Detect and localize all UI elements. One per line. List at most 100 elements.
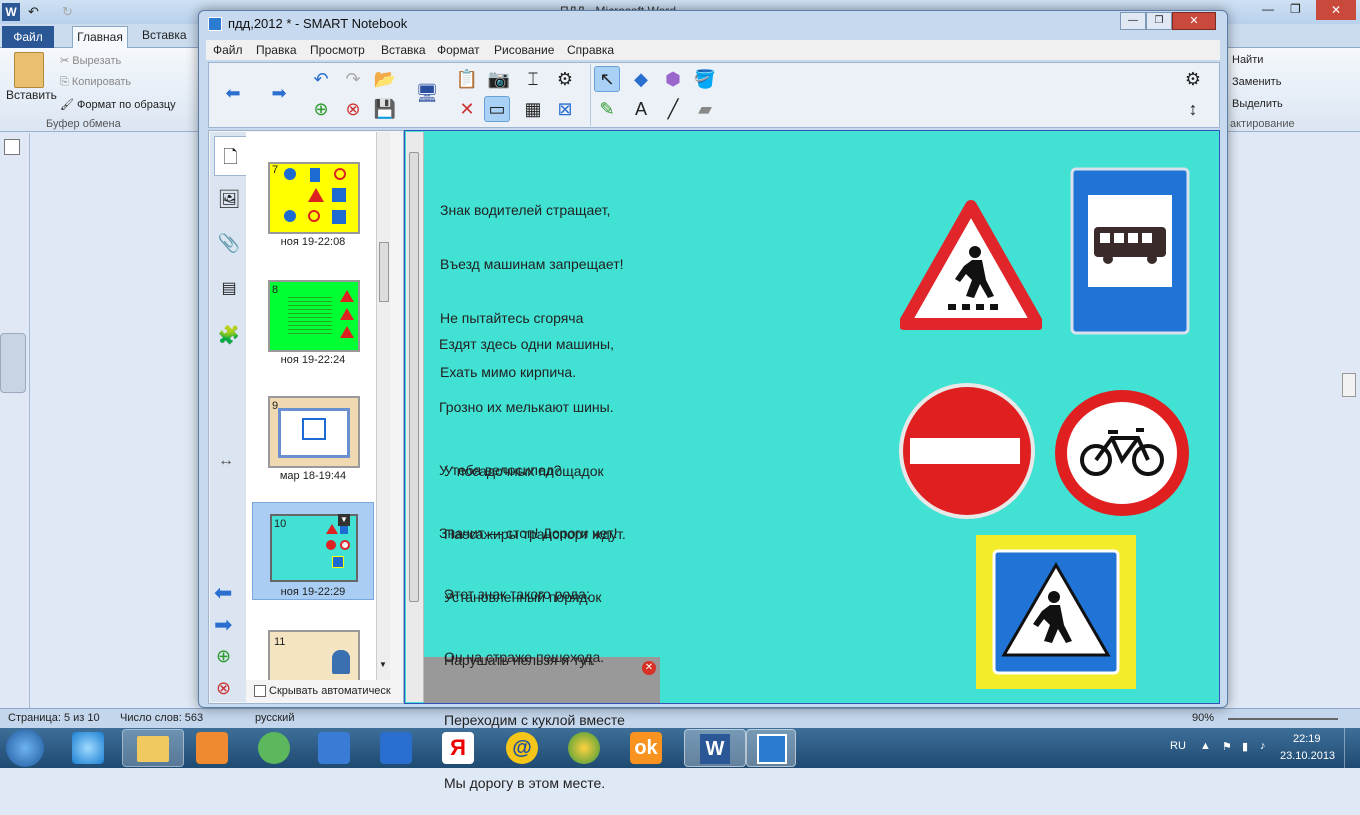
word-tab-home[interactable]: Главная (72, 26, 128, 48)
paste-button[interactable]: Вставить (6, 88, 57, 102)
screen-shade-icon[interactable]: ⌶ (520, 66, 546, 92)
smart-minimize-button[interactable]: — (1120, 12, 1146, 30)
menu-insert[interactable]: Вставка (381, 43, 426, 57)
shapes-icon[interactable]: ◆ (628, 66, 654, 92)
slide-thumb-8[interactable]: 8 (268, 280, 360, 352)
replace-button[interactable]: Заменить (1232, 76, 1281, 88)
slide-menu-dropdown-icon[interactable]: ▼ (338, 514, 350, 526)
page-sorter-scroll-thumb[interactable] (379, 242, 389, 302)
canvas-scrollbar[interactable] (406, 132, 424, 702)
smart-maximize-button[interactable]: ❐ (1146, 12, 1172, 30)
word-close-icon[interactable]: ✕ (1316, 0, 1356, 20)
slide-thumb-11[interactable]: 11 (268, 630, 360, 680)
table-icon[interactable]: ▦ (520, 96, 546, 122)
tab-selector-icon[interactable] (4, 139, 20, 155)
tray-arrow-icon[interactable]: ▲ (1200, 740, 1211, 752)
delete-page-icon[interactable]: ⊗ (340, 96, 366, 122)
menu-view[interactable]: Просмотр (310, 43, 365, 57)
auto-hide-checkbox[interactable] (254, 685, 266, 697)
close-x-icon[interactable]: ⊠ (552, 96, 578, 122)
volume-app-icon[interactable] (380, 732, 412, 764)
yandex-icon[interactable]: Я (442, 732, 474, 764)
delete-icon[interactable]: ✕ (454, 96, 480, 122)
redo-icon[interactable]: ↻ (62, 4, 73, 20)
screen-icon[interactable]: 🖥 (414, 80, 440, 106)
resize-panel-icon[interactable]: ↔ (218, 452, 234, 470)
menu-file[interactable]: Файл (213, 43, 243, 57)
browser-orbit-icon[interactable] (568, 732, 600, 764)
properties-tab-icon[interactable]: ▤ (214, 272, 244, 306)
find-button[interactable]: Найти (1232, 54, 1263, 66)
slide-thumb-9[interactable]: 9 (268, 396, 360, 468)
tray-flag-icon[interactable]: ⚑ (1222, 740, 1232, 753)
panel-delete-page-icon[interactable]: ⊗ (216, 678, 231, 699)
mail-icon[interactable] (318, 732, 350, 764)
status-zoom[interactable]: 90% (1192, 712, 1214, 724)
menu-help[interactable]: Справка (567, 43, 614, 57)
panel-back-icon[interactable]: ⬅ (214, 580, 232, 606)
word-scroll-thumb[interactable] (1342, 373, 1356, 397)
forward-arrow-icon[interactable]: ➡ (266, 80, 292, 106)
smart-close-button[interactable]: ✕ (1172, 12, 1216, 30)
gallery-tab-icon[interactable]: 🖼 (214, 182, 244, 216)
media-player-icon[interactable] (196, 732, 228, 764)
canvas-scroll-thumb[interactable] (409, 152, 419, 602)
page-sorter-scrollbar[interactable]: ▼ (376, 132, 390, 680)
save-icon[interactable]: 💾 (372, 96, 398, 122)
word-tab-insert[interactable]: Вставка (142, 28, 187, 42)
camera-icon[interactable]: 📷 (486, 66, 512, 92)
copy-button[interactable]: ⎘ Копировать (60, 76, 131, 89)
line-icon[interactable]: ╱ (660, 96, 686, 122)
status-page[interactable]: Страница: 5 из 10 (8, 712, 100, 724)
scroll-down-icon[interactable]: ▼ (379, 660, 387, 669)
select-button[interactable]: Выделить (1232, 98, 1283, 110)
cut-button[interactable]: ✂ Вырезать (60, 54, 121, 67)
people-icon[interactable] (258, 732, 290, 764)
clock-time[interactable]: 22:19 (1293, 733, 1321, 745)
undo-icon[interactable]: ↶ (308, 66, 334, 92)
add-page-icon[interactable]: ⊕ (308, 96, 334, 122)
no-entry-sign-icon[interactable] (896, 380, 1038, 522)
odnoklassniki-icon[interactable]: ok (630, 732, 662, 764)
open-folder-icon[interactable]: 📂 (372, 66, 398, 92)
addons-tab-icon[interactable]: 🧩 (214, 318, 244, 352)
settings-gear-icon[interactable]: ⚙ (1180, 66, 1206, 92)
mail-ru-icon[interactable]: @ (506, 732, 538, 764)
paste-smart-icon[interactable]: 📋 (454, 66, 480, 92)
menu-draw[interactable]: Рисование (494, 43, 554, 57)
status-language[interactable]: русский (255, 712, 294, 724)
menu-edit[interactable]: Правка (256, 43, 297, 57)
explorer-taskbar-button[interactable] (122, 729, 184, 767)
back-arrow-icon[interactable]: ⬅ (220, 80, 246, 106)
eraser-icon[interactable]: ▰ (692, 96, 718, 122)
move-toolbar-icon[interactable]: ↕ (1180, 96, 1206, 122)
clock-date[interactable]: 23.10.2013 (1280, 750, 1335, 762)
word-vertical-scrollbar[interactable] (1340, 133, 1360, 710)
no-bicycles-sign-icon[interactable] (1052, 388, 1192, 518)
fill-icon[interactable]: 🪣 (692, 66, 718, 92)
page-sorter[interactable]: 7 ноя 19-22:08 8 ноя 19-22:24 9 мар 18-1… (246, 132, 376, 680)
language-indicator[interactable]: RU (1170, 740, 1186, 752)
start-button-icon[interactable] (6, 729, 44, 767)
full-screen-icon[interactable]: ▭ (484, 96, 510, 122)
undo-icon[interactable]: ↶ (28, 4, 39, 20)
internet-explorer-icon[interactable] (72, 732, 104, 764)
format-painter-button[interactable]: 🖌 Формат по образцу (60, 98, 176, 111)
show-desktop-button[interactable] (1344, 728, 1360, 768)
pedestrian-crossing-warning-sign-icon[interactable] (900, 200, 1042, 330)
select-pointer-icon[interactable]: ↖ (594, 66, 620, 92)
eraser-shape-icon[interactable]: ⬢ (660, 66, 686, 92)
word-file-tab[interactable]: Файл (2, 26, 54, 48)
zoom-slider[interactable] (1228, 718, 1338, 720)
menu-format[interactable]: Формат (437, 43, 480, 57)
smart-taskbar-button[interactable] (746, 729, 796, 767)
paste-icon[interactable] (14, 52, 44, 88)
panel-forward-icon[interactable]: ➡ (214, 612, 232, 638)
slide-thumb-7[interactable]: 7 (268, 162, 360, 234)
word-minimize-icon[interactable]: — (1262, 2, 1274, 16)
pens-icon[interactable]: ✎ (594, 96, 620, 122)
redo-icon[interactable]: ↷ (340, 66, 366, 92)
panel-add-page-icon[interactable]: ⊕ (216, 646, 231, 667)
status-words[interactable]: Число слов: 563 (120, 712, 203, 724)
page-sorter-tab-icon[interactable]: 🗋 (214, 136, 246, 176)
